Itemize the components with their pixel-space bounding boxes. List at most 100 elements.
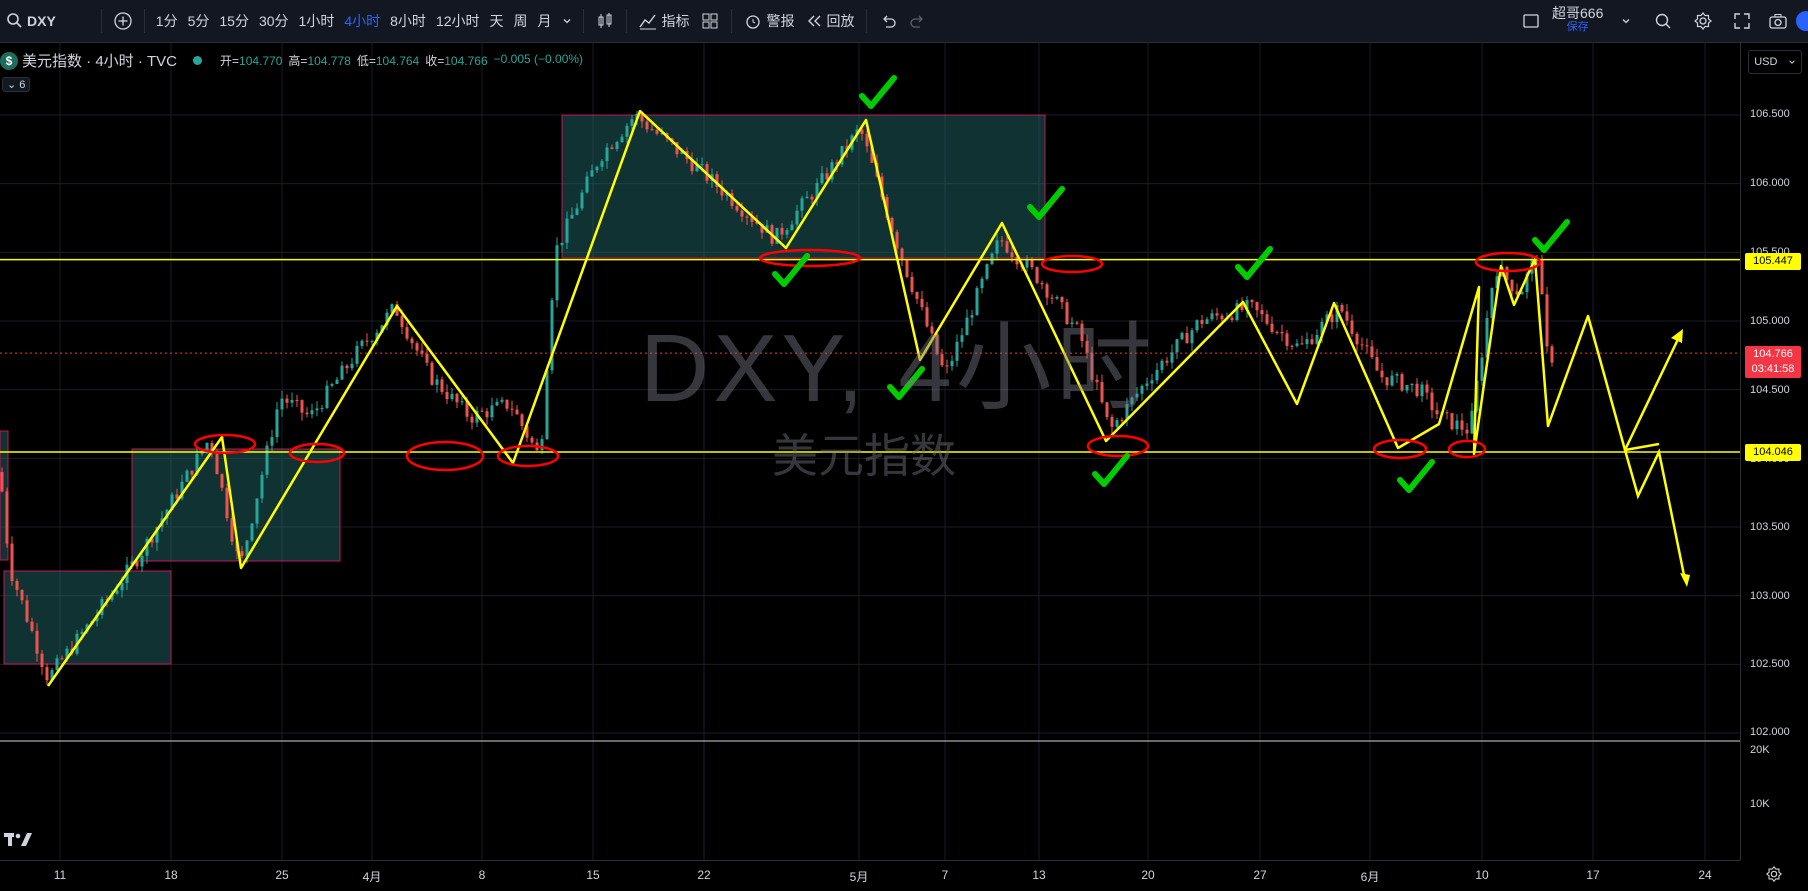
candle-body: [605, 147, 609, 162]
alarm-clock-icon: [745, 15, 760, 29]
candle-body: [575, 208, 579, 215]
candle-body: [735, 205, 739, 211]
undo-button[interactable]: [873, 0, 903, 43]
candle-body: [60, 658, 64, 660]
alert-button[interactable]: 警报: [738, 0, 800, 43]
candle-body: [10, 543, 14, 581]
time-axis-settings-button[interactable]: [1765, 865, 1783, 888]
undo-icon: [882, 15, 896, 28]
symbol-label: DXY: [27, 13, 56, 29]
chart-type-button[interactable]: [590, 0, 620, 43]
settings-button[interactable]: [1688, 0, 1718, 43]
time-tick: 20: [1141, 868, 1155, 882]
candle-body: [590, 170, 594, 177]
user-dropdown[interactable]: [1616, 0, 1636, 43]
volume-tick: 20K: [1750, 744, 1770, 756]
magnifier-icon: [1655, 13, 1671, 29]
candle-body: [370, 341, 374, 343]
candle-body: [1005, 241, 1009, 253]
replay-button[interactable]: 回放: [800, 0, 860, 43]
interval-month[interactable]: 月: [533, 0, 557, 43]
candle-body: [1185, 332, 1189, 344]
user-menu[interactable]: 超哥666 保存: [1552, 5, 1603, 33]
indicators-collapse-toggle[interactable]: ⌄ 6: [2, 77, 31, 92]
interval-1m[interactable]: 1分: [151, 0, 183, 43]
chevron-down-icon: [1789, 60, 1795, 64]
candle-body: [30, 621, 34, 631]
price-tick: 105.000: [1750, 315, 1790, 327]
camera-icon: [1769, 14, 1787, 29]
chevron-down-icon: ⌄: [7, 79, 17, 91]
candle-body: [190, 470, 194, 475]
candle-body: [0, 472, 4, 492]
price-tick: 103.500: [1750, 521, 1790, 533]
fullscreen-icon: [1734, 13, 1750, 29]
candle-body: [1180, 332, 1184, 340]
candle-body: [300, 400, 304, 413]
candle-body: [1260, 310, 1264, 315]
candle-body: [350, 363, 354, 369]
layout-toggle-button[interactable]: [1516, 0, 1546, 43]
candle-body: [1375, 357, 1379, 371]
series-legend[interactable]: $ 美元指数 · 4小时 · TVC 开=104.770 高=104.778 低…: [0, 50, 583, 71]
divider: [143, 9, 145, 33]
candle-body: [895, 231, 899, 249]
candle-body: [240, 551, 244, 557]
price-tick: 106.000: [1750, 177, 1790, 189]
candle-body: [415, 343, 419, 351]
interval-day[interactable]: 天: [485, 0, 509, 43]
candle-body: [790, 224, 794, 231]
change-value: −0.005 (−0.00%): [493, 52, 584, 66]
candle-body: [1230, 317, 1234, 321]
collapsed-count: 6: [19, 79, 26, 91]
publish-button[interactable]: [1796, 11, 1808, 31]
divider: [582, 9, 584, 33]
time-tick: 22: [697, 868, 711, 882]
currency-selector[interactable]: USD: [1748, 50, 1802, 74]
candle-body: [1200, 320, 1204, 324]
candle-body: [1415, 383, 1419, 397]
candle-body: [570, 214, 574, 219]
snapshot-button[interactable]: [1763, 0, 1793, 43]
interval-30m[interactable]: 30分: [254, 0, 294, 43]
interval-5m[interactable]: 5分: [183, 0, 215, 43]
symbol-search[interactable]: DXY: [0, 0, 61, 43]
candle-body: [480, 410, 484, 412]
candle-body: [1000, 240, 1004, 242]
interval-12h[interactable]: 12小时: [431, 0, 485, 43]
candle-body: [1040, 282, 1044, 285]
low-value: 104.764: [375, 54, 420, 68]
candle-body: [265, 445, 269, 475]
candle-body: [615, 142, 619, 149]
indicators-button[interactable]: 指标: [633, 0, 695, 43]
interval-week[interactable]: 周: [509, 0, 533, 43]
interval-1h[interactable]: 1小时: [294, 0, 340, 43]
highlight-ellipse: [1040, 254, 1104, 274]
tradingview-logo[interactable]: [4, 830, 34, 854]
candle-body: [1210, 313, 1214, 320]
interval-8h[interactable]: 8小时: [385, 0, 431, 43]
candle-body: [745, 216, 749, 218]
candle-body: [1380, 370, 1384, 378]
candle-body: [595, 166, 599, 171]
candle-body: [650, 129, 654, 131]
candle-body: [320, 408, 324, 410]
candle-body: [1365, 345, 1369, 347]
candle-body: [290, 400, 294, 403]
candle-body: [865, 133, 869, 147]
interval-4h[interactable]: 4小时: [339, 0, 385, 43]
candle-body: [340, 365, 344, 380]
time-tick: 5月: [849, 870, 869, 884]
candle-body: [360, 340, 364, 346]
layouts-button[interactable]: [695, 0, 725, 43]
quick-search-button[interactable]: [1648, 0, 1678, 43]
redo-button[interactable]: [903, 0, 933, 43]
add-symbol-button[interactable]: [108, 0, 138, 43]
time-tick: 8: [478, 868, 486, 882]
interval-dropdown[interactable]: [557, 0, 577, 43]
interval-15m[interactable]: 15分: [214, 0, 254, 43]
market-status-icon: [193, 56, 203, 65]
candle-body: [470, 416, 474, 423]
series-title[interactable]: 美元指数 · 4小时 · TVC: [22, 50, 177, 71]
fullscreen-button[interactable]: [1727, 0, 1757, 43]
